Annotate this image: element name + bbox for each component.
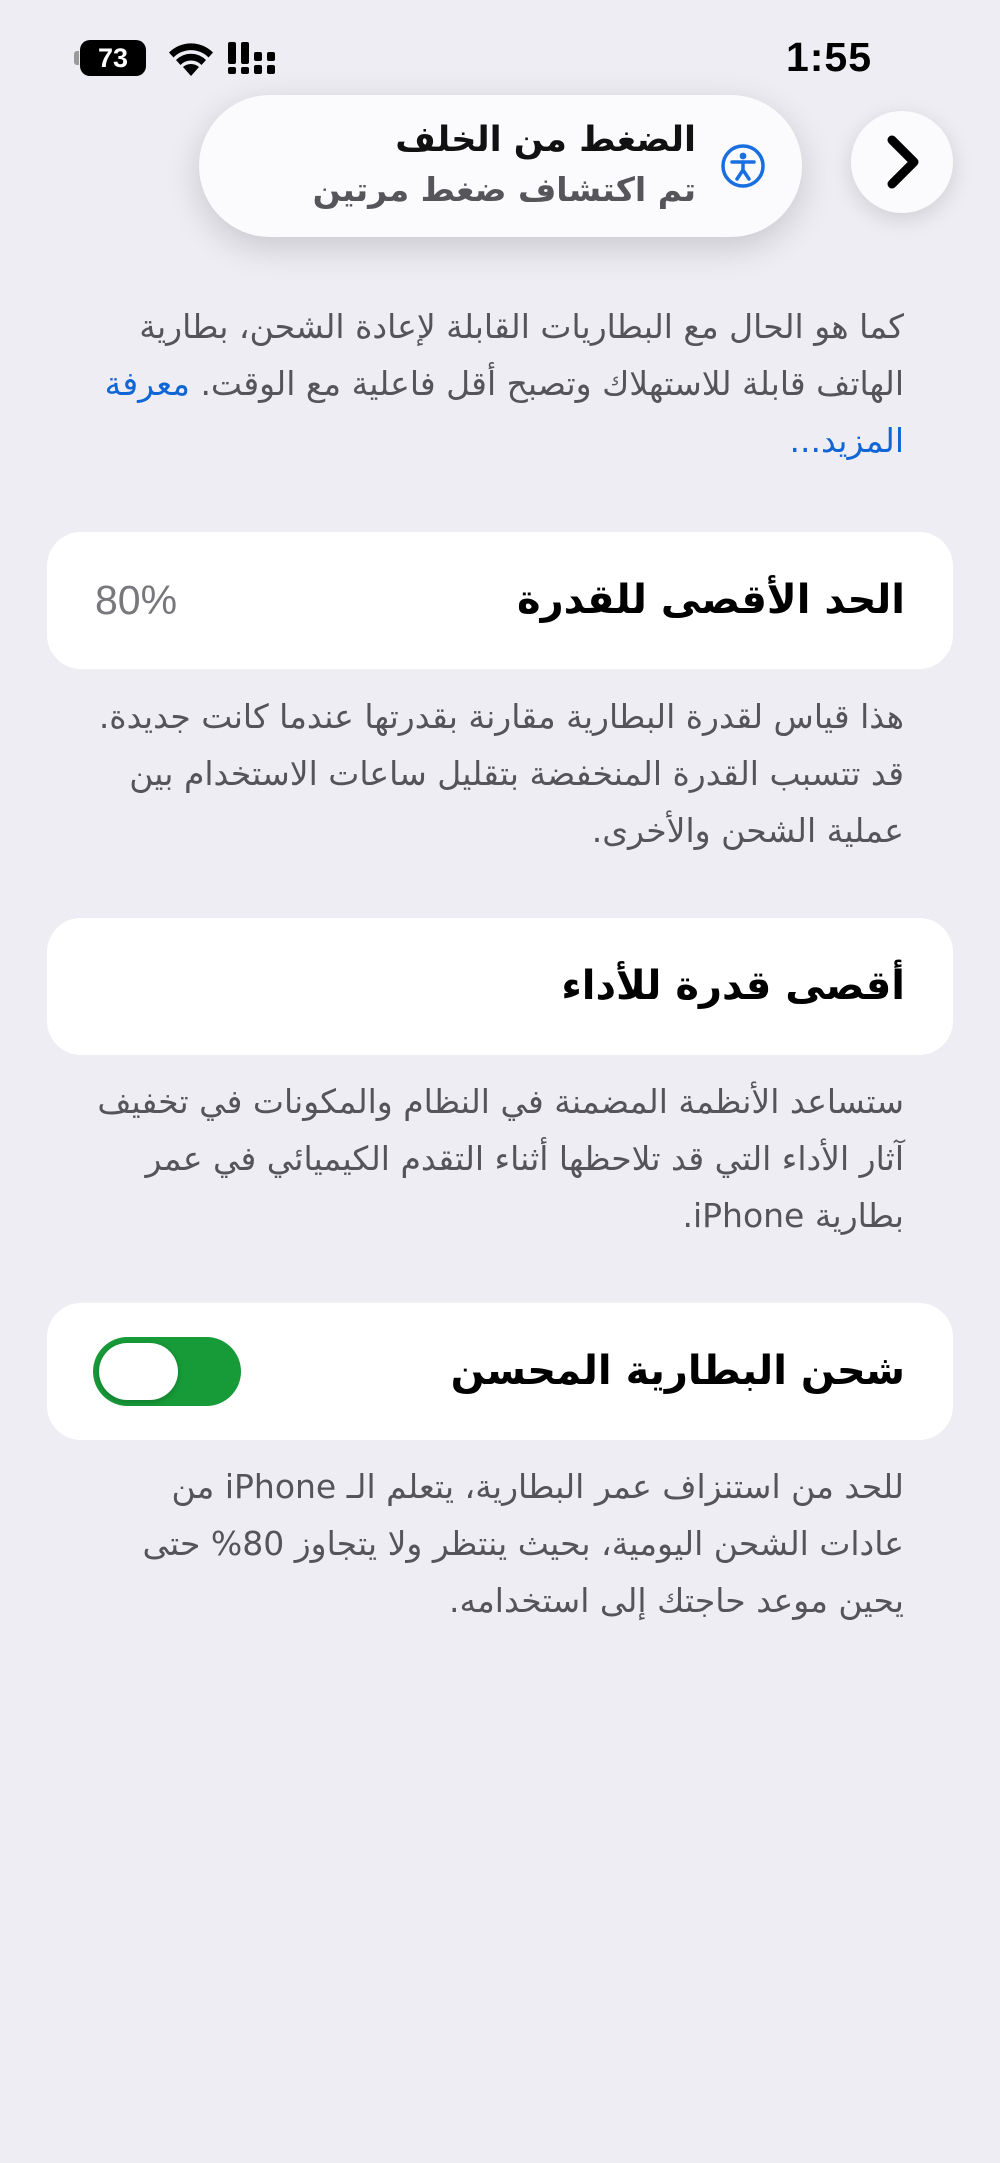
accessibility-icon <box>721 144 765 188</box>
peak-performance-title: أقصى قدرة للأداء <box>561 963 905 1009</box>
optimized-charging-toggle[interactable] <box>93 1337 241 1406</box>
cellular-signal-icon <box>228 42 275 74</box>
intro-text: كما هو الحال مع البطاريات القابلة لإعادة… <box>139 307 904 403</box>
battery-level: 73 <box>80 40 146 76</box>
maximum-capacity-value: 80% <box>95 577 178 623</box>
battery-intro-text: كما هو الحال مع البطاريات القابلة لإعادة… <box>84 298 904 469</box>
maximum-capacity-description: هذا قياس لقدرة البطارية مقارنة بقدرتها ع… <box>98 697 904 850</box>
optimized-charging-description: للحد من استنزاف عمر البطارية، يتعلم الـ … <box>142 1467 904 1620</box>
peak-performance-description: ستساعد الأنظمة المضمنة في النظام والمكون… <box>97 1082 904 1235</box>
optimized-charging-row: شحن البطارية المحسن <box>47 1303 953 1440</box>
toggle-knob <box>99 1343 178 1400</box>
maximum-capacity-title: الحد الأقصى للقدرة <box>517 577 905 623</box>
forward-button[interactable] <box>851 111 953 213</box>
chevron-right-icon <box>887 135 919 189</box>
maximum-capacity-row: الحد الأقصى للقدرة 80% <box>47 532 953 669</box>
toast-title: الضغط من الخلف <box>395 120 696 160</box>
back-tap-toast[interactable]: الضغط من الخلف تم اكتشاف ضغط مرتين <box>199 95 802 237</box>
toast-subtitle: تم اكتشاف ضغط مرتين <box>312 170 696 209</box>
peak-performance-row: أقصى قدرة للأداء <box>47 918 953 1055</box>
toast-text: الضغط من الخلف تم اكتشاف ضغط مرتين <box>313 115 696 215</box>
battery-icon: 73 <box>74 40 148 76</box>
status-time: 1:55 <box>785 34 872 80</box>
optimized-charging-title: شحن البطارية المحسن <box>450 1348 905 1394</box>
battery-cap <box>74 51 79 65</box>
wifi-icon <box>169 43 213 76</box>
